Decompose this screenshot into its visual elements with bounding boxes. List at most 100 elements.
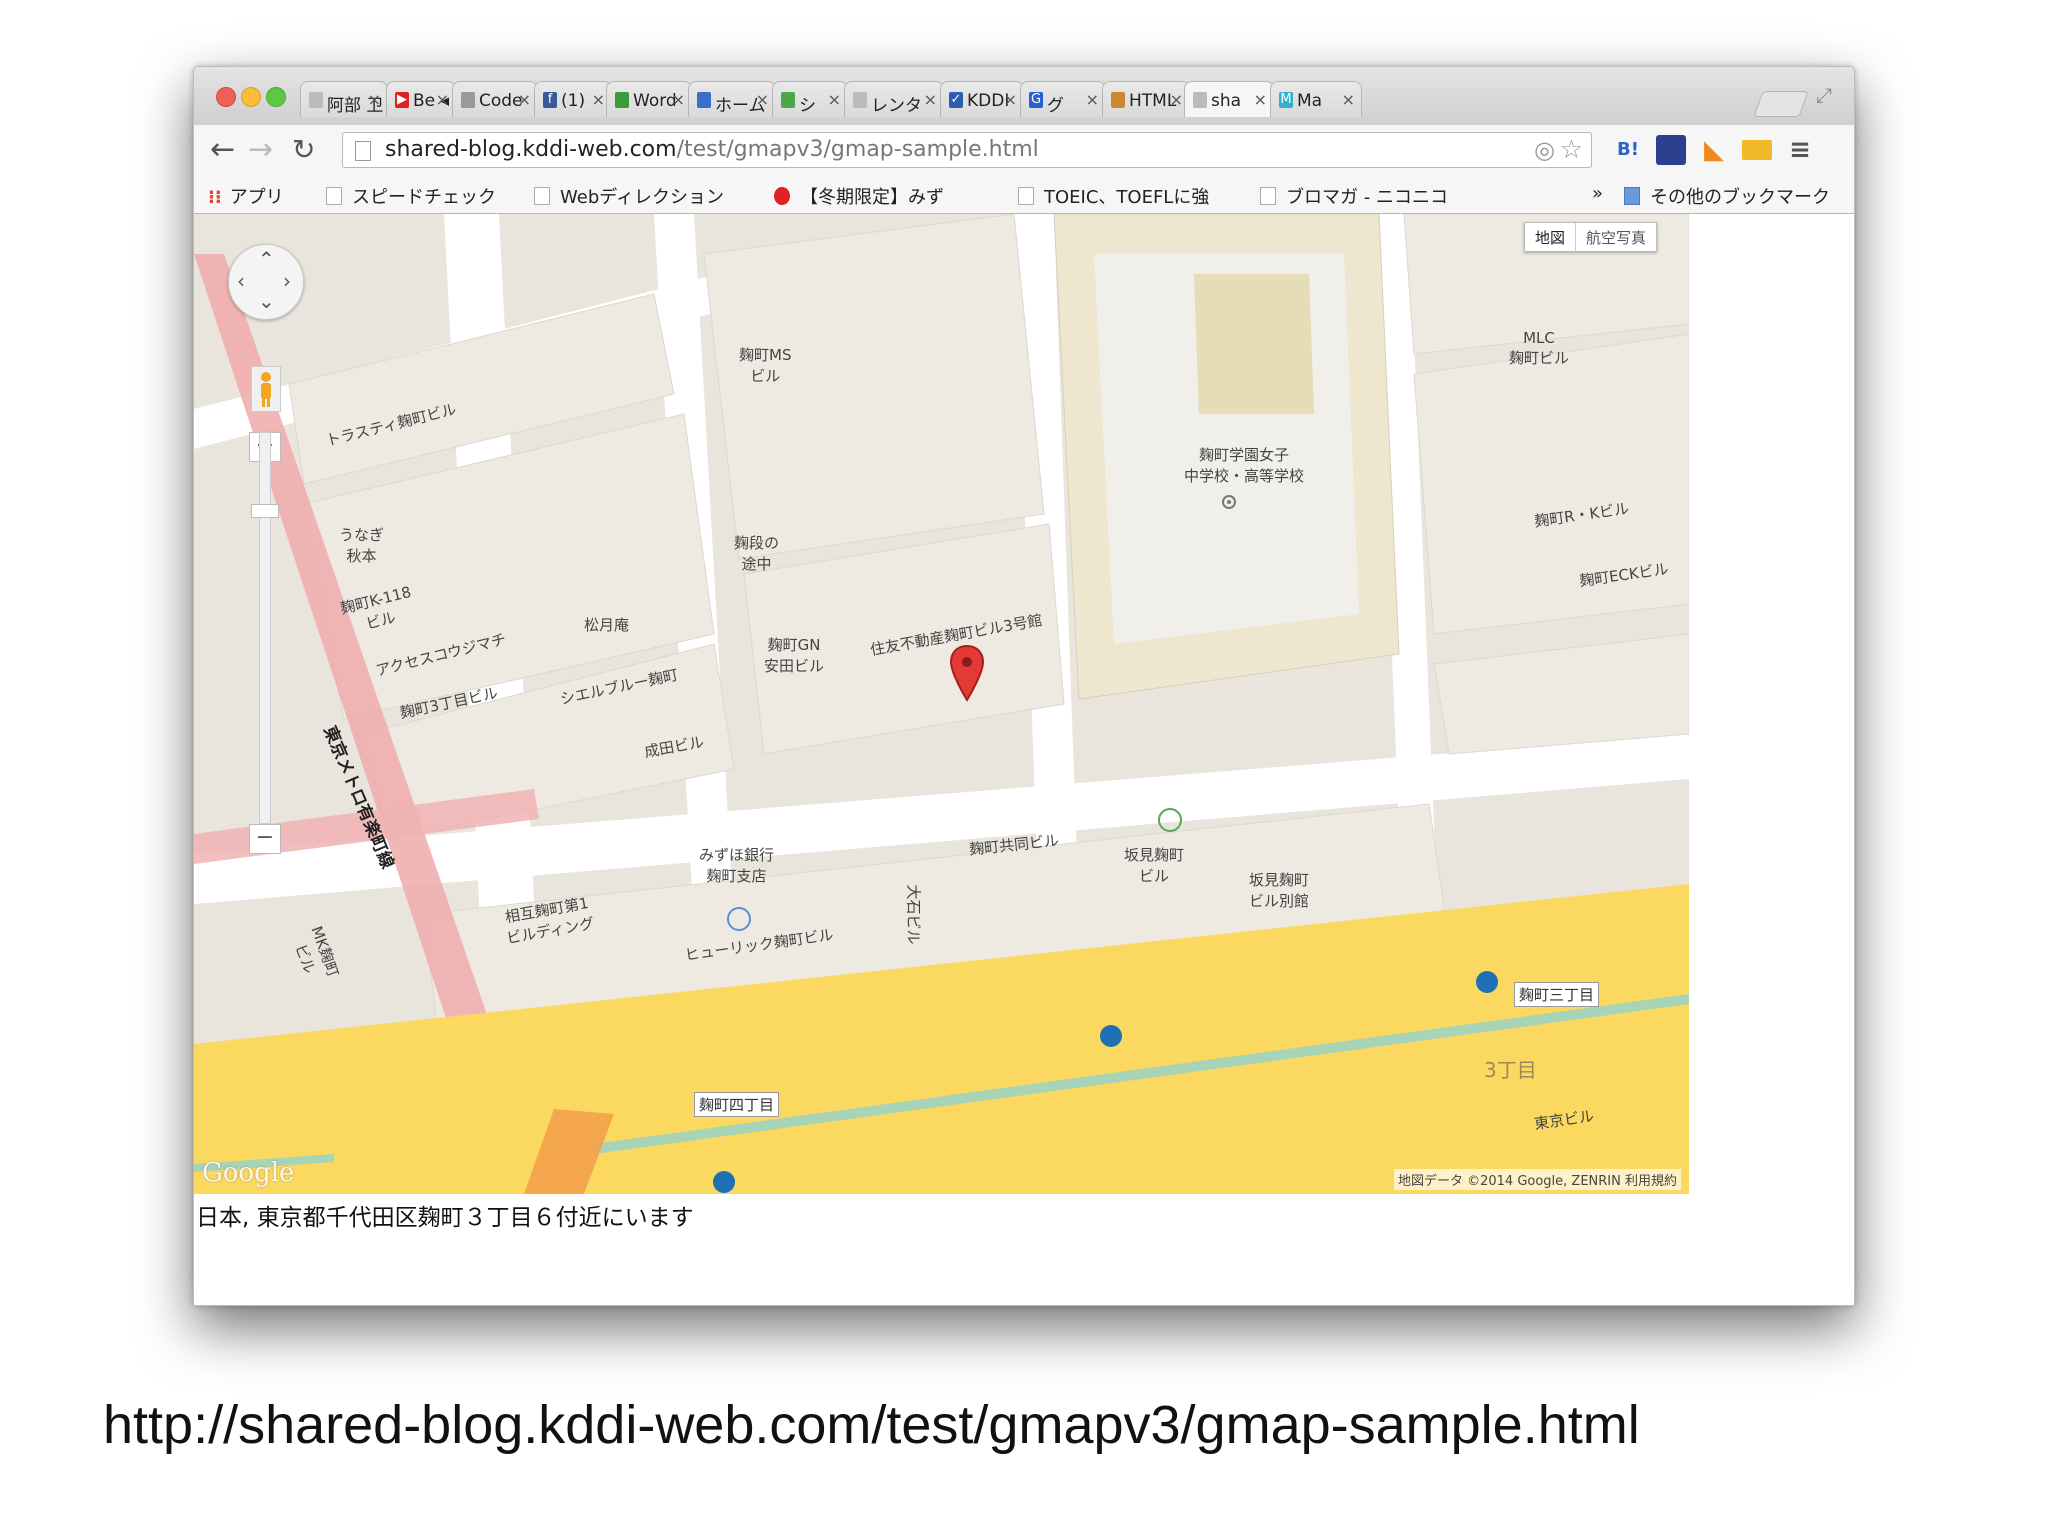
- new-tab-button[interactable]: [1753, 91, 1809, 117]
- pan-up-icon[interactable]: ⌃: [258, 247, 275, 271]
- hatena-bookmark-icon[interactable]: B!: [1614, 135, 1642, 165]
- address-bar[interactable]: shared-blog.kddi-web.com/test/gmapv3/gma…: [342, 132, 1592, 168]
- map-label: 麹町学園女子 中学校・高等学校: [1184, 446, 1305, 485]
- bookmark-label: ブロマガ - ニコニコ: [1286, 187, 1448, 208]
- tab-close-icon[interactable]: ×: [1254, 90, 1267, 109]
- map-attribution[interactable]: 地図データ ©2014 Google, ZENRIN 利用規約: [1393, 1169, 1681, 1190]
- location-icon[interactable]: ◎: [1534, 133, 1555, 167]
- bookmark-item[interactable]: TOEIC、TOEFLに強: [1018, 183, 1209, 209]
- tab-close-icon[interactable]: ×: [1170, 90, 1183, 109]
- rss-icon[interactable]: ◣: [1699, 135, 1729, 165]
- tab-favicon-icon: [853, 92, 867, 108]
- tab-close-icon[interactable]: ×: [672, 90, 685, 109]
- bookmark-apps[interactable]: ⁝⁝ アプリ: [208, 183, 284, 209]
- tab-close-icon[interactable]: ×: [436, 90, 449, 109]
- tab-close-icon[interactable]: ×: [1342, 90, 1355, 109]
- browser-tab[interactable]: G グ ×: [1020, 81, 1106, 117]
- pan-down-icon[interactable]: ⌄: [258, 289, 275, 313]
- mail-icon[interactable]: [1742, 140, 1772, 160]
- fullscreen-icon[interactable]: ⤢: [1816, 83, 1832, 107]
- browser-tab[interactable]: sha ×: [1184, 81, 1274, 117]
- browser-tab[interactable]: HTML ×: [1102, 81, 1190, 117]
- bookmark-item[interactable]: 【冬期限定】みず: [774, 183, 944, 209]
- caption-url: http://shared-blog.kddi-web.com/test/gma…: [103, 1395, 1640, 1455]
- bookmark-item[interactable]: スピードチェック: [326, 183, 496, 209]
- tab-close-icon[interactable]: ×: [1004, 90, 1017, 109]
- map-type-roadmap[interactable]: 地図: [1525, 223, 1575, 251]
- map-label: MLC 麹町ビル: [1509, 329, 1570, 367]
- tab-close-icon[interactable]: ×: [368, 90, 381, 109]
- window-close-button[interactable]: [216, 87, 236, 107]
- browser-tab[interactable]: Word ×: [606, 81, 692, 117]
- page-icon: [1260, 187, 1276, 205]
- map-type-control[interactable]: 地図 航空写真: [1524, 222, 1658, 252]
- map-type-satellite[interactable]: 航空写真: [1575, 223, 1656, 251]
- tab-favicon-icon: ▶: [395, 92, 409, 108]
- pan-control[interactable]: ⌃ ‹ › ⌄: [228, 244, 304, 320]
- browser-window: 阿部 卫 × ▶ Be ◂ × Code × f (1) × Word × ホーム × シ × レンタ × ✓ KDD…: [193, 66, 1855, 1306]
- bookmark-item[interactable]: Webディレクション: [534, 183, 724, 209]
- map-label: 坂見麹町 ビル別館: [1249, 871, 1310, 910]
- zoom-slider-track[interactable]: [259, 432, 271, 824]
- other-bookmarks[interactable]: その他のブックマーク: [1624, 183, 1830, 209]
- tab-strip: 阿部 卫 × ▶ Be ◂ × Code × f (1) × Word × ホーム × シ × レンタ × ✓ KDD…: [194, 67, 1854, 125]
- page-content: MLC 麹町ビル 麹町学園女子 中学校・高等学校 麹町MS ビル トラスティ麹町…: [194, 214, 1854, 1305]
- browser-tab[interactable]: Code ×: [452, 81, 538, 117]
- map-label: 麹町MS ビル: [739, 346, 792, 385]
- browser-tab[interactable]: f (1) ×: [534, 81, 612, 117]
- pan-right-icon[interactable]: ›: [283, 269, 291, 293]
- map-label: 麹段の 途中: [734, 534, 780, 573]
- tab-label: Word: [633, 91, 677, 111]
- extension-icon[interactable]: [1656, 135, 1686, 165]
- tab-favicon-icon: [615, 92, 629, 108]
- bookmark-label: Webディレクション: [560, 187, 724, 208]
- station-label[interactable]: 麹町三丁目: [1514, 982, 1600, 1007]
- station-label[interactable]: 麹町四丁目: [694, 1092, 780, 1117]
- tab-label: レンタ: [871, 96, 922, 116]
- menu-icon[interactable]: ≡: [1786, 135, 1814, 165]
- street-view-pegman-icon[interactable]: [251, 366, 281, 412]
- bookmark-label: その他のブックマーク: [1650, 187, 1830, 208]
- tab-close-icon[interactable]: ×: [1086, 90, 1099, 109]
- tab-label: sha: [1211, 91, 1242, 111]
- browser-tab[interactable]: シ ×: [772, 81, 848, 117]
- window-maximize-button[interactable]: [266, 87, 286, 107]
- zoom-out-button[interactable]: −: [249, 824, 281, 854]
- page-icon: [1018, 187, 1034, 205]
- bookmark-label: アプリ: [229, 187, 284, 208]
- google-logo: Google: [202, 1158, 295, 1188]
- reload-icon[interactable]: ↻: [292, 133, 315, 167]
- tab-close-icon[interactable]: ×: [924, 90, 937, 109]
- tab-close-icon[interactable]: ×: [828, 90, 841, 109]
- browser-tab[interactable]: ✓ KDDI ×: [940, 81, 1024, 117]
- browser-tab[interactable]: レンタ ×: [844, 81, 944, 117]
- bookmark-star-icon[interactable]: ☆: [1560, 133, 1583, 167]
- tab-favicon-icon: [697, 92, 711, 108]
- tab-close-icon[interactable]: ×: [592, 90, 605, 109]
- back-arrow-icon[interactable]: ←: [210, 133, 235, 167]
- browser-tab[interactable]: M Ma ×: [1270, 81, 1362, 117]
- tab-favicon-icon: G: [1029, 92, 1043, 108]
- zoom-slider-thumb[interactable]: [251, 504, 279, 518]
- tab-close-icon[interactable]: ×: [518, 90, 531, 109]
- bookmarks-overflow[interactable]: »: [1592, 183, 1603, 204]
- tab-label: シ: [799, 96, 816, 116]
- bookmark-item[interactable]: ブロマガ - ニコニコ: [1260, 183, 1448, 209]
- tab-favicon-icon: [461, 92, 475, 108]
- page-icon: [534, 187, 550, 205]
- browser-tab[interactable]: 阿部 卫 ×: [300, 81, 388, 117]
- window-minimize-button[interactable]: [241, 87, 261, 107]
- tab-favicon-icon: [781, 92, 795, 108]
- forward-arrow-icon[interactable]: →: [248, 133, 273, 167]
- tab-label: (1): [561, 91, 586, 111]
- google-map[interactable]: MLC 麹町ビル 麹町学園女子 中学校・高等学校 麹町MS ビル トラスティ麹町…: [194, 214, 1689, 1194]
- pan-left-icon[interactable]: ‹: [237, 269, 245, 293]
- url-host: shared-blog.kddi-web.com: [385, 137, 677, 162]
- browser-tab[interactable]: ▶ Be ◂ ×: [386, 81, 456, 117]
- tab-close-icon[interactable]: ×: [756, 90, 769, 109]
- map-label: うなぎ 秋本: [339, 526, 385, 565]
- map-label: 大石ビル: [904, 884, 923, 945]
- tab-favicon-icon: [1193, 92, 1207, 108]
- browser-tab[interactable]: ホーム ×: [688, 81, 776, 117]
- bookmark-label: 【冬期限定】みず: [800, 187, 944, 208]
